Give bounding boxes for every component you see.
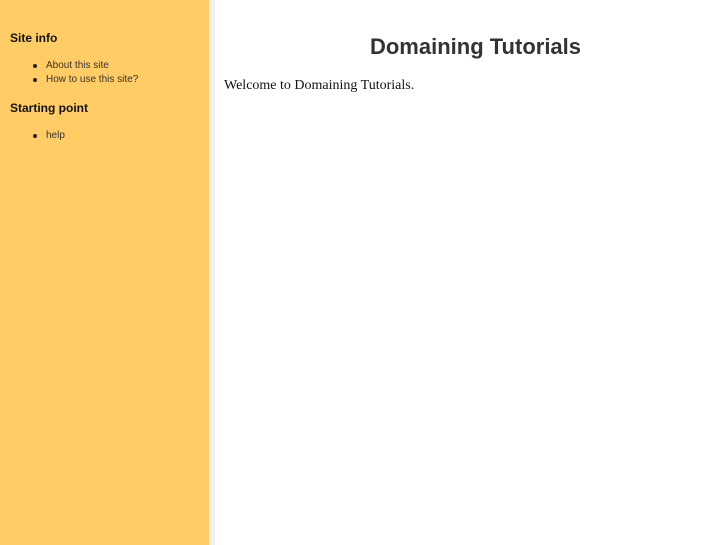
- sidebar-heading-site-info: Site info: [10, 31, 58, 45]
- page-title: Domaining Tutorials: [369, 34, 582, 59]
- sidebar-item-help: help: [10, 129, 209, 143]
- sidebar-item-how-to-use: How to use this site?: [10, 73, 209, 87]
- starting-point-list: help: [10, 129, 209, 143]
- sidebar: Site info About this site How to use thi…: [0, 0, 209, 545]
- help-link[interactable]: help: [46, 130, 65, 141]
- bullet-icon: [33, 134, 37, 138]
- sidebar-heading-starting-point: Starting point: [10, 101, 88, 115]
- main-content: Domaining Tutorials Welcome to Domaining…: [215, 0, 727, 545]
- site-info-list: About this site How to use this site?: [10, 59, 209, 87]
- page: Site info About this site How to use thi…: [0, 0, 727, 545]
- sidebar-item-about: About this site: [10, 59, 209, 73]
- about-link[interactable]: About this site: [46, 60, 109, 71]
- bullet-icon: [33, 78, 37, 82]
- welcome-text: Welcome to Domaining Tutorials.: [224, 78, 415, 93]
- bullet-icon: [33, 64, 37, 68]
- how-to-use-link[interactable]: How to use this site?: [46, 74, 138, 85]
